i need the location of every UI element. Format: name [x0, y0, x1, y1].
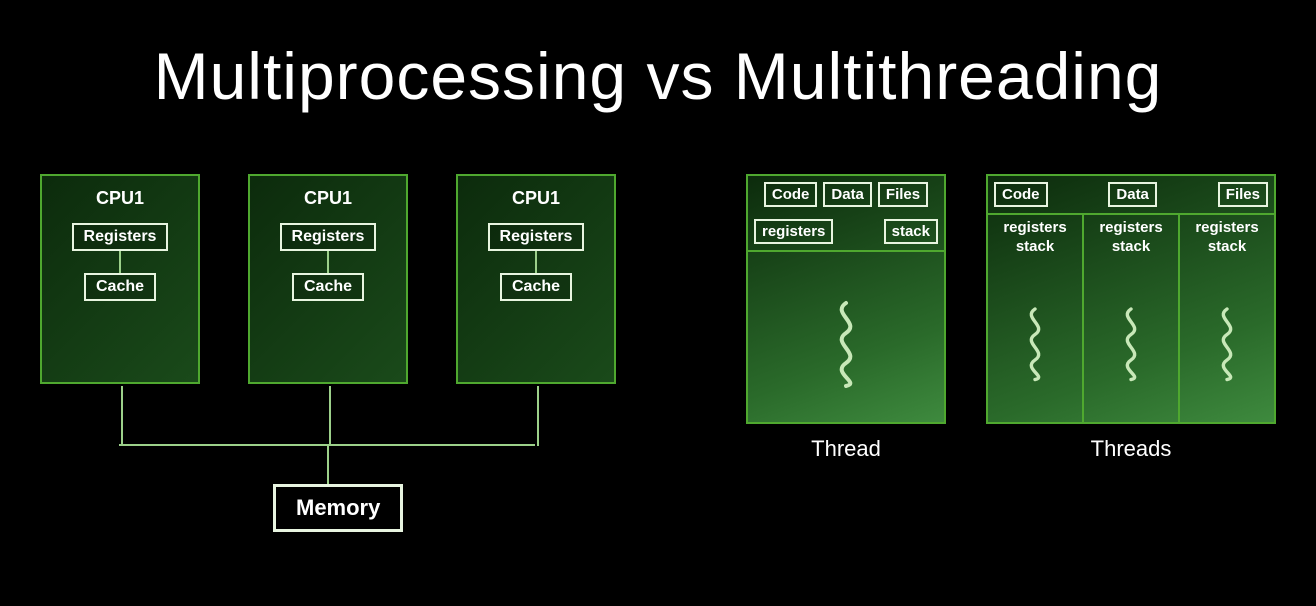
thread-squiggle-icon	[1114, 265, 1148, 423]
multi-thread-caption: Threads	[1091, 436, 1172, 462]
connector-line	[327, 251, 329, 273]
segment-code: Code	[764, 182, 818, 207]
col-stack: stack	[1112, 238, 1150, 255]
cache-box: Cache	[500, 273, 572, 301]
state-registers: registers	[754, 219, 833, 244]
col-registers: registers	[1099, 219, 1162, 236]
thread-squiggle-icon	[1210, 265, 1244, 423]
registers-box: Registers	[72, 223, 169, 251]
single-thread-box: Code Data Files registers stack	[746, 174, 946, 424]
thread-column: registers stack	[1082, 215, 1178, 422]
slide-title: Multiprocessing vs Multithreading	[0, 0, 1316, 114]
cache-box: Cache	[84, 273, 156, 301]
thread-squiggle-icon	[826, 264, 866, 422]
connector-line	[537, 386, 539, 446]
cache-box: Cache	[292, 273, 364, 301]
connector-line	[535, 251, 537, 273]
segment-data: Data	[1108, 182, 1157, 207]
cpu-box: CPU1 Registers Cache	[40, 174, 200, 384]
segment-data: Data	[823, 182, 872, 207]
multi-thread-box: Code Data Files registers stack	[986, 174, 1276, 424]
multiprocessing-diagram: CPU1 Registers Cache CPU1 Registers Cach…	[40, 174, 630, 534]
slide-content: CPU1 Registers Cache CPU1 Registers Cach…	[0, 114, 1316, 534]
cpu-label: CPU1	[96, 188, 144, 209]
cpu-box: CPU1 Registers Cache	[456, 174, 616, 384]
state-row: registers stack	[748, 213, 944, 250]
segments-row: Code Data Files	[748, 176, 944, 213]
col-stack: stack	[1208, 238, 1246, 255]
thread-column: registers stack	[1178, 215, 1274, 422]
col-registers: registers	[1195, 219, 1258, 236]
single-thread-caption: Thread	[811, 436, 881, 462]
thread-column: registers stack	[988, 215, 1082, 422]
connector-line	[119, 251, 121, 273]
multithreading-diagram: Code Data Files registers stack	[746, 174, 1276, 534]
cpu-label: CPU1	[512, 188, 560, 209]
thread-squiggle-icon	[1018, 265, 1052, 423]
segment-files: Files	[1218, 182, 1268, 207]
cpu-box: CPU1 Registers Cache	[248, 174, 408, 384]
segment-files: Files	[878, 182, 928, 207]
col-stack: stack	[1016, 238, 1054, 255]
connector-line	[121, 386, 123, 446]
segments-row: Code Data Files	[988, 176, 1274, 213]
cpu-label: CPU1	[304, 188, 352, 209]
connector-line	[329, 386, 331, 446]
registers-box: Registers	[280, 223, 377, 251]
memory-box: Memory	[273, 484, 403, 532]
segment-code: Code	[994, 182, 1048, 207]
bus-line	[327, 444, 329, 486]
registers-box: Registers	[488, 223, 585, 251]
col-registers: registers	[1003, 219, 1066, 236]
state-stack: stack	[884, 219, 938, 244]
